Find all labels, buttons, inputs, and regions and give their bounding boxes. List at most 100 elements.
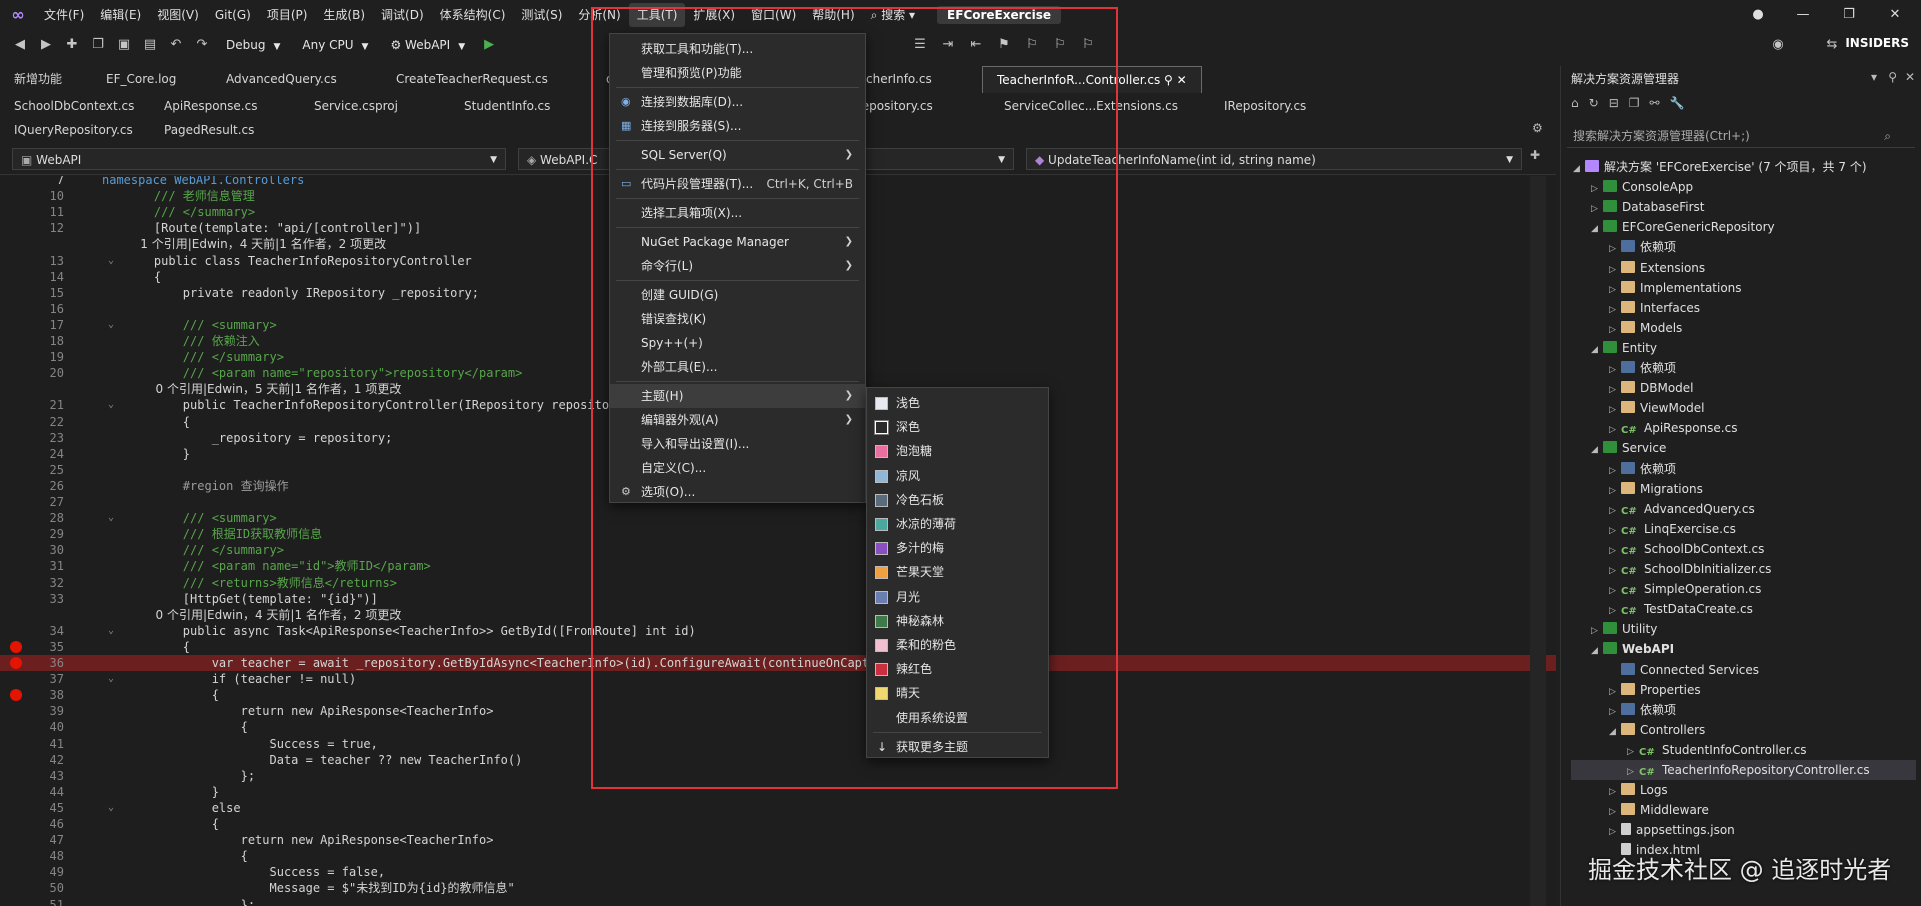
code-line[interactable]: 28 /// <summary> ⌄ — [0, 510, 1556, 526]
solution-tree-item[interactable]: ▷ C# TeacherInfoRepositoryController.cs — [1571, 760, 1916, 780]
code-line[interactable]: 30 /// </summary> — [0, 542, 1556, 558]
restore-button[interactable]: ❐ — [1826, 0, 1872, 30]
collapse-arrow-icon[interactable]: ▷ — [1627, 762, 1639, 782]
collapse-arrow-icon[interactable]: ▷ — [1609, 300, 1621, 320]
solution-tree-item[interactable]: ▷ C# SchoolDbContext.cs — [1609, 539, 1764, 559]
document-tab[interactable]: TeacherInfoR...Controller.cs ⚲ ✕ — [982, 66, 1202, 93]
collapse-arrow-icon[interactable]: ▷ — [1609, 682, 1621, 702]
copilot-icon[interactable]: ◉ — [1768, 35, 1788, 55]
fold-chevron-icon[interactable]: ⌄ — [108, 671, 114, 687]
solution-tree-item[interactable]: ◢ WebAPI — [1591, 639, 1674, 659]
menu-item[interactable]: 文件(F) — [36, 3, 92, 27]
solution-tree-item[interactable]: ▷ Middleware — [1609, 800, 1709, 820]
menu-item[interactable]: 扩展(X) — [685, 3, 743, 27]
account-avatar-icon[interactable]: ● — [1735, 0, 1781, 30]
configuration-dropdown[interactable]: Debug ▼ — [218, 34, 288, 56]
tools-menu-item[interactable]: NuGet Package Manager ❯ — [610, 230, 865, 254]
solution-tree-item[interactable]: ▷ C# ApiResponse.cs — [1609, 418, 1737, 438]
member-dropdown[interactable]: ◆ UpdateTeacherInfoName(int id, string n… — [1026, 148, 1522, 170]
theme-option[interactable]: 浅色 — [867, 391, 1048, 415]
code-line[interactable]: 38 { — [0, 687, 1556, 703]
outdent-icon[interactable]: ⇤ — [966, 35, 986, 55]
indent-icon[interactable]: ⇥ — [938, 35, 958, 55]
collapse-arrow-icon[interactable]: ▷ — [1609, 320, 1621, 340]
search-menu[interactable]: ⌕ 搜索 ▾ — [863, 3, 923, 27]
collapse-arrow-icon[interactable]: ▷ — [1609, 239, 1621, 259]
document-tab[interactable]: SchoolDbContext.cs — [0, 93, 150, 120]
solution-tree-item[interactable]: ▷ appsettings.json — [1609, 820, 1735, 840]
collapse-arrow-icon[interactable]: ▷ — [1609, 782, 1621, 802]
code-line[interactable]: 46 { — [0, 816, 1556, 832]
solution-tree-item[interactable]: ▷ C# AdvancedQuery.cs — [1609, 499, 1755, 519]
menu-item[interactable]: 视图(V) — [149, 3, 207, 27]
solution-tree-item[interactable]: ◢ Controllers — [1609, 720, 1705, 740]
menu-item[interactable]: 项目(P) — [259, 3, 316, 27]
panel-close-icon[interactable]: ✕ — [1905, 70, 1915, 84]
tools-menu-item[interactable]: Spy++(+) — [610, 331, 865, 355]
theme-option[interactable]: 神秘森林 — [867, 609, 1048, 633]
tools-menu-item[interactable]: 命令行(L) ❯ — [610, 254, 865, 278]
breakpoint-icon[interactable] — [10, 640, 22, 653]
split-editor-icon[interactable]: ✚ — [1530, 148, 1540, 162]
filter-icon[interactable]: ⚯ — [1650, 96, 1660, 110]
collapse-arrow-icon[interactable]: ▷ — [1609, 702, 1621, 722]
collapse-arrow-icon[interactable]: ▷ — [1609, 260, 1621, 280]
live-share-icon[interactable]: ⇆ — [1822, 35, 1842, 55]
collapse-all-icon[interactable]: ⊟ — [1609, 96, 1619, 110]
bookmark-icon[interactable]: ⚑ — [994, 35, 1014, 55]
expand-arrow-icon[interactable]: ◢ — [1573, 159, 1585, 179]
solution-tree-item[interactable]: ▷ Implementations — [1609, 278, 1742, 298]
tools-menu-item[interactable]: 错误查找(K) — [610, 307, 865, 331]
collapse-arrow-icon[interactable]: ▷ — [1591, 179, 1603, 199]
solution-tree-item[interactable]: ▷ 依赖项 — [1609, 459, 1676, 479]
theme-option[interactable]: 凉风 — [867, 464, 1048, 488]
collapse-arrow-icon[interactable]: ▷ — [1591, 621, 1603, 641]
clear-bookmarks-icon[interactable]: ⚐ — [1078, 35, 1098, 55]
redo-icon[interactable]: ↷ — [192, 35, 212, 55]
prev-bookmark-icon[interactable]: ⚐ — [1022, 35, 1042, 55]
codelens-info[interactable]: 0 个引用|Edwin，4 天前|1 名作者，2 项更改 — [125, 607, 402, 623]
code-line[interactable]: 37 if (teacher != null) ⌄ — [0, 671, 1556, 687]
theme-option[interactable]: 冰凉的薄荷 — [867, 512, 1048, 536]
close-button[interactable]: ✕ — [1872, 0, 1918, 30]
fold-chevron-icon[interactable]: ⌄ — [108, 800, 114, 816]
code-line[interactable]: 32 /// <returns>教师信息</returns> — [0, 575, 1556, 591]
codelens-info[interactable]: 1 个引用|Edwin，4 天前|1 名作者，2 项更改 — [125, 236, 386, 252]
collapse-arrow-icon[interactable]: ▷ — [1609, 400, 1621, 420]
menu-item[interactable]: 调试(D) — [373, 3, 432, 27]
theme-option[interactable]: 使用系统设置 — [867, 706, 1048, 730]
menu-item[interactable]: 生成(B) — [315, 3, 373, 27]
menu-item[interactable]: 测试(S) — [513, 3, 570, 27]
collapse-arrow-icon[interactable]: ▷ — [1609, 461, 1621, 481]
solution-tree-item[interactable]: ▷ Extensions — [1609, 258, 1705, 278]
code-line[interactable]: 0 个引用|Edwin，4 天前|1 名作者，2 项更改 — [0, 607, 1556, 623]
solution-tree-item[interactable]: ▷ C# LinqExercise.cs — [1609, 519, 1736, 539]
collapse-arrow-icon[interactable]: ▷ — [1609, 601, 1621, 621]
platform-dropdown[interactable]: Any CPU ▼ — [294, 34, 376, 56]
tools-menu-item[interactable]: ▭ 代码片段管理器(T)... Ctrl+K, Ctrl+B — [610, 172, 865, 196]
collapse-arrow-icon[interactable]: ▷ — [1609, 420, 1621, 440]
tools-menu-item[interactable]: 创建 GUID(G) — [610, 283, 865, 307]
document-tab[interactable]: IRepository.cs — [1210, 93, 1380, 120]
code-line[interactable]: 40 { — [0, 719, 1556, 735]
forward-icon[interactable]: ▶ — [36, 35, 56, 55]
collapse-arrow-icon[interactable]: ▷ — [1609, 280, 1621, 300]
expand-arrow-icon[interactable]: ◢ — [1591, 641, 1603, 661]
solution-tree-item[interactable]: ▷ C# StudentInfoController.cs — [1627, 740, 1807, 760]
menu-item[interactable]: 体系结构(C) — [432, 3, 514, 27]
solution-tree-item[interactable]: ▷ DatabaseFirst — [1591, 197, 1705, 217]
collapse-arrow-icon[interactable]: ▷ — [1609, 521, 1621, 541]
expand-arrow-icon[interactable]: ◢ — [1591, 340, 1603, 360]
menu-item[interactable]: 工具(T) — [628, 3, 686, 27]
fold-chevron-icon[interactable]: ⌄ — [108, 317, 114, 333]
fold-chevron-icon[interactable]: ⌄ — [108, 397, 114, 413]
tab-close-icon[interactable]: ✕ — [1173, 73, 1187, 87]
code-line[interactable]: 47 return new ApiResponse<TeacherInfo> — [0, 832, 1556, 848]
theme-option[interactable]: 柔和的粉色 — [867, 633, 1048, 657]
code-line[interactable]: 48 { — [0, 848, 1556, 864]
tools-menu-item[interactable]: 自定义(C)... — [610, 456, 865, 480]
solution-tree-item[interactable]: ▷ Migrations — [1609, 479, 1703, 499]
tools-menu-item[interactable]: 获取工具和功能(T)... — [610, 37, 865, 61]
menu-item[interactable]: Git(G) — [207, 3, 259, 27]
document-tab[interactable]: Service.csproj — [300, 93, 450, 120]
